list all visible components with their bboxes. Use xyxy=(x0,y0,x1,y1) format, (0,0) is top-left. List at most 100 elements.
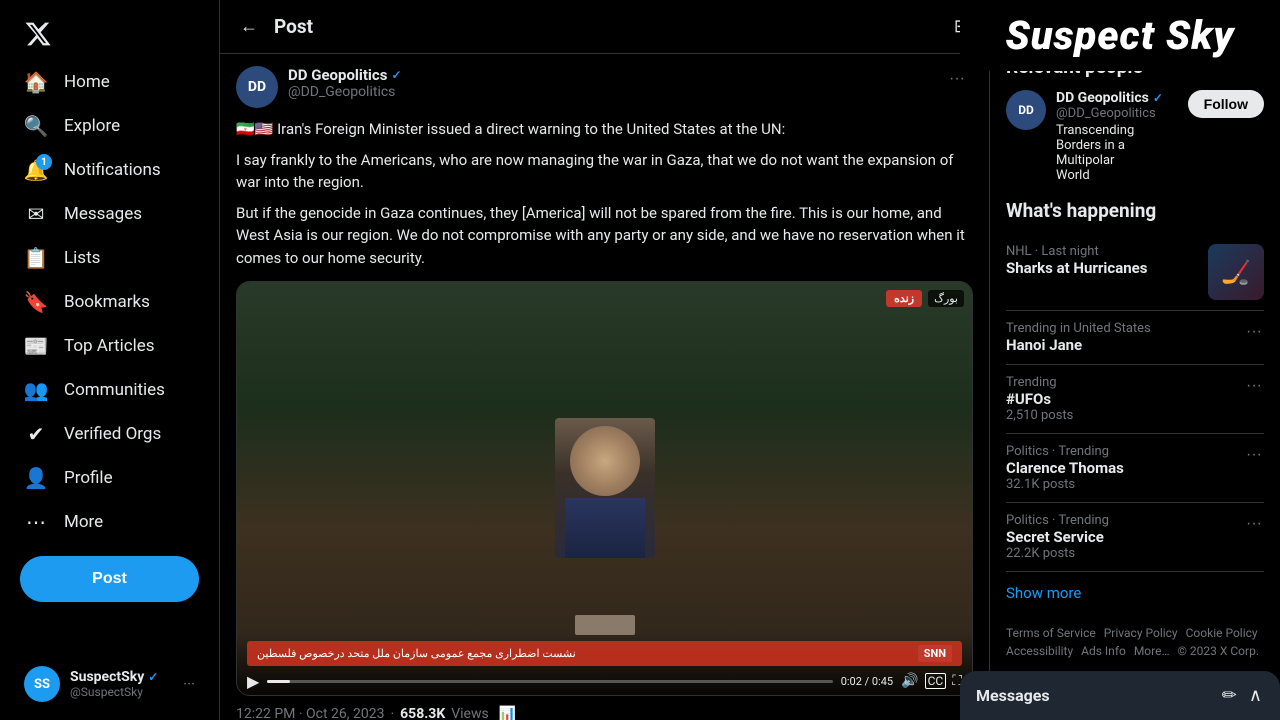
right-sidebar: 🔍 Relevant people DD DD Geopolitics ✓ @D… xyxy=(990,0,1280,720)
footer-more[interactable]: More… xyxy=(1134,644,1170,658)
sidebar-item-verified-orgs[interactable]: ✔ Verified Orgs xyxy=(12,412,207,456)
sidebar-item-label-explore: Explore xyxy=(64,116,120,136)
trend-item-secret[interactable]: Politics · Trending Secret Service 22.2K… xyxy=(1006,503,1264,572)
subtitle-text: نشست اضطراری مجمع عمومی سازمان ملل متحد … xyxy=(257,647,576,660)
post-timestamp: 12:22 PM · Oct 26, 2023 xyxy=(236,706,384,720)
trend-name-hanoi: Hanoi Jane xyxy=(1006,336,1151,354)
trend-category-hanoi: Trending in United States xyxy=(1006,321,1151,336)
footer-links: Terms of Service Privacy Policy Cookie P… xyxy=(1006,614,1264,670)
relevant-avatar: DD xyxy=(1006,90,1046,130)
sidebar-item-lists[interactable]: 📋 Lists xyxy=(12,236,207,280)
post-author: DD DD Geopolitics ✓ @DD_Geopolitics ··· xyxy=(236,66,973,108)
play-button[interactable]: ▶ xyxy=(247,672,259,691)
analytics-icon[interactable]: 📊 xyxy=(499,706,516,720)
trend-category-clarence: Politics · Trending xyxy=(1006,444,1124,459)
trend-item-ufos[interactable]: Trending #UFOs 2,510 posts ··· xyxy=(1006,365,1264,434)
post-text: 🇮🇷🇺🇸 Iran's Foreign Minister issued a di… xyxy=(236,118,973,269)
trend-item-hanoi[interactable]: Trending in United States Hanoi Jane ··· xyxy=(1006,311,1264,365)
notifications-icon: 🔔1 xyxy=(24,158,48,182)
suspect-sky-text: Suspect Sky xyxy=(1005,12,1234,59)
trend-more-hanoi[interactable]: ··· xyxy=(1244,321,1264,343)
trend-name-nhl: Sharks at Hurricanes xyxy=(1006,259,1147,277)
trend-category-secret: Politics · Trending xyxy=(1006,513,1109,528)
cc-icon[interactable]: CC xyxy=(925,673,947,689)
main-content: ← Post ⊞ DD DD Geopolitics ✓ @DD_Geopoli… xyxy=(220,0,990,720)
show-more-link[interactable]: Show more xyxy=(1006,572,1264,614)
post-para1: I say frankly to the Americans, who are … xyxy=(236,149,973,194)
snn-badge: SNN xyxy=(918,645,952,662)
post-meta: 12:22 PM · Oct 26, 2023 · 658.3K Views 📊 xyxy=(236,706,973,720)
sidebar-item-top-articles[interactable]: 📰Top Articles xyxy=(12,324,207,368)
footer-accessibility[interactable]: Accessibility xyxy=(1006,644,1073,658)
sidebar-item-bookmarks[interactable]: 🔖Bookmarks xyxy=(12,280,207,324)
video-controls[interactable]: ▶ 0:02 / 0:45 🔊 CC ⛶ xyxy=(247,672,962,691)
trend-more-secret[interactable]: ··· xyxy=(1244,513,1264,535)
trend-more-ufos[interactable]: ··· xyxy=(1244,375,1264,397)
sidebar-item-more[interactable]: ⋯More xyxy=(12,500,207,544)
compose-message-button[interactable]: ✏ xyxy=(1220,683,1239,708)
trend-posts-clarence: 32.1K posts xyxy=(1006,477,1124,492)
messages-icon: ✉ xyxy=(24,202,48,226)
sidebar-item-home[interactable]: 🏠 Home xyxy=(12,60,207,104)
sidebar-user[interactable]: SS SuspectSky ✓ @SuspectSky ··· xyxy=(12,656,207,712)
sidebar-item-explore[interactable]: 🔍Explore xyxy=(12,104,207,148)
more-icon: ⋯ xyxy=(24,510,48,534)
footer-terms[interactable]: Terms of Service xyxy=(1006,626,1096,640)
sidebar-item-label-bookmarks: Bookmarks xyxy=(64,292,150,312)
app-logo[interactable] xyxy=(12,8,207,56)
video-overlay-bottom: نشست اضطراری مجمع عمومی سازمان ملل متحد … xyxy=(237,633,972,695)
post-title: Post xyxy=(274,15,938,38)
sidebar-username: SuspectSky xyxy=(70,669,144,685)
post-header: ← Post ⊞ xyxy=(220,0,989,54)
relevant-verified-icon: ✓ xyxy=(1153,91,1163,105)
relevant-bio: Transcending Borders in a Multipolar Wor… xyxy=(1056,123,1178,183)
post-video[interactable]: زنده بورگ نشست اضطراری مجمع عمومی سازمان… xyxy=(236,281,973,696)
post-button[interactable]: Post xyxy=(20,556,199,602)
trend-name-clarence: Clarence Thomas xyxy=(1006,459,1124,477)
video-time: 0:02 / 0:45 xyxy=(841,675,893,688)
trend-posts-secret: 22.2K posts xyxy=(1006,546,1109,561)
sidebar-item-profile[interactable]: 👤Profile xyxy=(12,456,207,500)
messages-bar-title[interactable]: Messages xyxy=(976,686,1050,705)
trend-item-nhl[interactable]: NHL · Last night Sharks at Hurricanes 🏒 xyxy=(1006,234,1264,311)
trend-category-ufos: Trending xyxy=(1006,375,1073,390)
lists-icon: 📋 xyxy=(24,246,48,270)
relevant-handle: @DD_Geopolitics xyxy=(1056,106,1178,121)
follow-button[interactable]: Follow xyxy=(1188,90,1264,118)
footer-ads[interactable]: Ads Info xyxy=(1081,644,1126,658)
post-para2: But if the genocide in Gaza continues, t… xyxy=(236,202,973,270)
sidebar-item-notifications[interactable]: 🔔1Notifications xyxy=(12,148,207,192)
sidebar-item-label-lists: Lists xyxy=(64,248,100,268)
progress-bar[interactable] xyxy=(267,680,832,683)
collapse-messages-button[interactable]: ∧ xyxy=(1247,683,1264,708)
trend-more-clarence[interactable]: ··· xyxy=(1244,444,1264,466)
live-badge: زنده xyxy=(886,290,922,307)
views-count: 658.3K xyxy=(400,706,445,720)
verified-orgs-icon: ✔ xyxy=(24,422,48,446)
sidebar-item-communities[interactable]: 👥Communities xyxy=(12,368,207,412)
sidebar-item-label-messages: Messages xyxy=(64,204,142,224)
sidebar-user-handle: @SuspectSky xyxy=(70,685,173,699)
home-icon: 🏠 xyxy=(24,70,48,94)
relevant-name: DD Geopolitics xyxy=(1056,90,1149,106)
trend-name-ufos: #UFOs xyxy=(1006,390,1073,408)
trend-item-clarence[interactable]: Politics · Trending Clarence Thomas 32.1… xyxy=(1006,434,1264,503)
back-button[interactable]: ← xyxy=(236,12,262,41)
sidebar-item-label-verified-orgs: Verified Orgs xyxy=(64,424,161,444)
author-handle: @DD_Geopolitics xyxy=(288,84,931,100)
avatar: SS xyxy=(24,666,60,702)
footer-cookie[interactable]: Cookie Policy xyxy=(1186,626,1258,640)
channel-badge: بورگ xyxy=(928,290,964,307)
sidebar-item-label-home: Home xyxy=(64,72,110,92)
suspect-sky-overlay: Suspect Sky xyxy=(960,0,1280,71)
relevant-people-section: Relevant people DD DD Geopolitics ✓ @DD_… xyxy=(1006,55,1264,183)
footer-privacy[interactable]: Privacy Policy xyxy=(1104,626,1178,640)
author-avatar[interactable]: DD xyxy=(236,66,278,108)
footer-copyright: © 2023 X Corp. xyxy=(1178,644,1259,658)
author-name: DD Geopolitics xyxy=(288,66,387,84)
mute-icon[interactable]: 🔊 xyxy=(901,673,918,689)
views-label: Views xyxy=(451,706,489,720)
whats-happening-title: What's happening xyxy=(1006,199,1264,222)
sidebar-item-label-profile: Profile xyxy=(64,468,113,488)
sidebar-item-messages[interactable]: ✉ Messages xyxy=(12,192,207,236)
